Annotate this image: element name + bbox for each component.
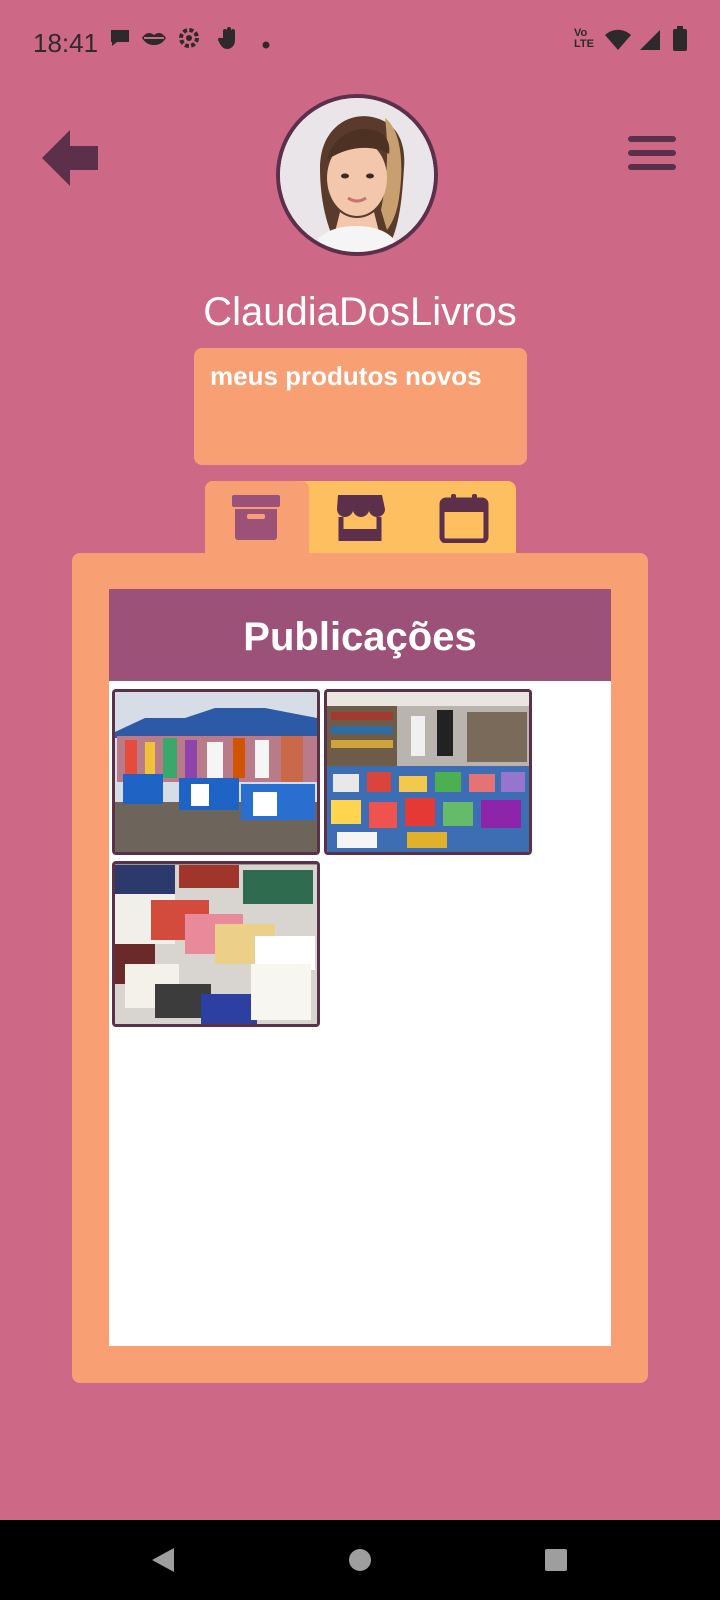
hand-icon bbox=[217, 26, 242, 57]
storefront-icon bbox=[337, 495, 385, 541]
publication-thumbnail[interactable] bbox=[112, 689, 320, 855]
square-recents-icon[interactable] bbox=[544, 1548, 568, 1572]
system-nav-bar bbox=[0, 1520, 720, 1600]
tab-store[interactable] bbox=[309, 481, 413, 555]
profile-avatar[interactable] bbox=[276, 94, 438, 256]
tab-calendar[interactable] bbox=[413, 481, 517, 555]
avatar-photo bbox=[280, 98, 434, 252]
calendar-icon bbox=[439, 494, 489, 543]
market-stalls-photo bbox=[115, 692, 317, 852]
volte-text-bottom: LTE bbox=[574, 38, 594, 50]
lips-icon bbox=[140, 26, 168, 55]
profile-tabs bbox=[205, 481, 516, 555]
signal-icon bbox=[638, 28, 662, 57]
wifi-icon bbox=[604, 28, 632, 57]
back-button[interactable] bbox=[40, 128, 102, 188]
publication-thumbnail[interactable] bbox=[112, 861, 320, 1027]
arrow-left-icon bbox=[42, 130, 98, 186]
book-fair-photo bbox=[327, 692, 529, 852]
status-time: 18:41 bbox=[33, 28, 99, 58]
profile-username: ClaudiaDosLivros bbox=[203, 290, 517, 334]
menu-button[interactable] bbox=[628, 134, 678, 174]
archive-box-icon bbox=[232, 495, 280, 540]
settings-gear-icon bbox=[177, 26, 201, 55]
chat-bubble-icon bbox=[108, 26, 132, 55]
hamburger-menu-icon bbox=[628, 136, 676, 170]
publications-content: Publicações bbox=[109, 589, 611, 1346]
profile-bio: meus produtos novos bbox=[194, 348, 527, 465]
battery-icon bbox=[673, 26, 687, 57]
profile-bio-text: meus produtos novos bbox=[210, 361, 482, 391]
book-stacks-photo bbox=[115, 864, 317, 1024]
publication-thumbnail[interactable] bbox=[324, 689, 532, 855]
status-bar: 18:41 Vo LTE bbox=[0, 0, 720, 84]
volte-icon: Vo LTE bbox=[574, 28, 594, 50]
publications-title: Publicações bbox=[109, 589, 611, 681]
triangle-back-icon[interactable] bbox=[150, 1546, 176, 1574]
dot-icon bbox=[262, 36, 270, 54]
circle-home-icon[interactable] bbox=[348, 1548, 372, 1572]
tab-publications[interactable] bbox=[205, 481, 309, 555]
